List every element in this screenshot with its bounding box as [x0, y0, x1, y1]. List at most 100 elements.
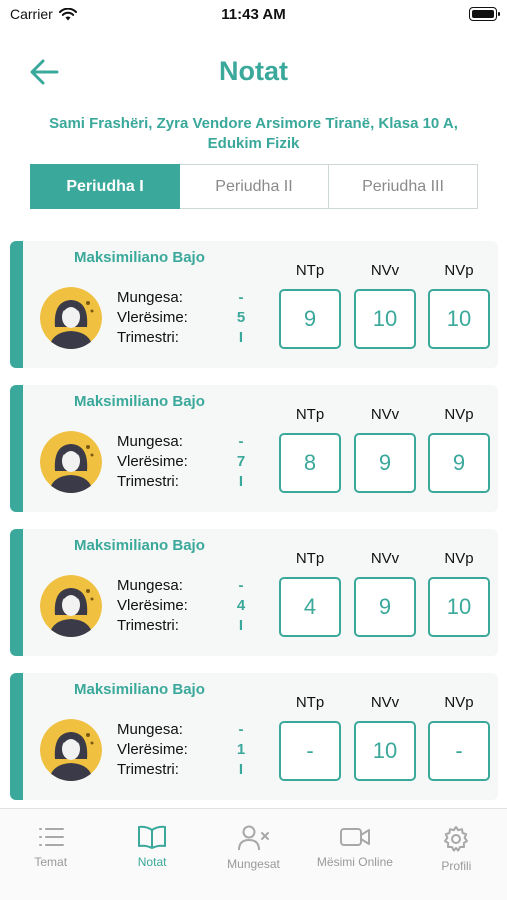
mungesa-label: Mungesa: [117, 577, 183, 594]
trimestri-value: I [238, 617, 244, 634]
trimestri-value: I [238, 329, 244, 346]
trimestri-value: I [238, 761, 244, 778]
tab-periudha-1[interactable]: Periudha I [30, 164, 180, 209]
grade-box-nvp[interactable]: 9 [428, 433, 490, 493]
grade-header-ntp: NTp [295, 550, 325, 567]
tabbar-label: Notat [137, 855, 167, 869]
tab-periudha-2[interactable]: Periudha II [180, 164, 329, 209]
tabbar-label: Profili [441, 859, 472, 873]
grade-box-nvv[interactable]: 10 [354, 721, 416, 781]
trimestri-value: I [238, 473, 244, 490]
student-card[interactable]: Maksimiliano Bajo Mungesa: - Vlerësime: 1 … [10, 673, 498, 800]
grade-header-nvp: NVp [444, 262, 474, 279]
grade-column-ntp: NTp 8 [279, 405, 341, 493]
grade-box-nvp[interactable]: 10 [428, 289, 490, 349]
avatar [40, 719, 102, 781]
card-accent-bar [10, 529, 23, 656]
student-info: Mungesa: - Vlerësime: 5 Trimestri: I [117, 288, 247, 348]
student-name: Maksimiliano Bajo [74, 249, 205, 266]
student-name: Maksimiliano Bajo [74, 537, 205, 554]
trimestri-label: Trimestri: [117, 329, 179, 346]
grade-header-nvv: NVv [370, 550, 400, 567]
book-icon [138, 825, 167, 849]
clock: 11:43 AM [221, 6, 286, 23]
tabbar-item-temat[interactable]: Temat [0, 809, 101, 900]
tabbar-item-mesimi-online[interactable]: Mësimi Online [304, 809, 405, 900]
period-tabs: Periudha I Periudha II Periudha III [30, 164, 478, 209]
grade-header-ntp: NTp [295, 406, 325, 423]
grade-box-ntp[interactable]: 9 [279, 289, 341, 349]
tabbar-label: Mungesat [227, 857, 280, 871]
grade-box-nvv[interactable]: 9 [354, 577, 416, 637]
mungesa-value: - [238, 433, 244, 450]
bottom-tab-bar: Temat Notat Mungesat Mësimi Online Profi… [0, 808, 507, 900]
student-card[interactable]: Maksimiliano Bajo Mungesa: - Vlerësime: 5 … [10, 241, 498, 368]
tabbar-item-profili[interactable]: Profili [406, 809, 507, 900]
grade-box-nvp[interactable]: - [428, 721, 490, 781]
grade-header-nvv: NVv [370, 406, 400, 423]
status-bar: Carrier 11:43 AM [0, 0, 507, 30]
tabbar-item-mungesat[interactable]: Mungesat [203, 809, 304, 900]
student-card[interactable]: Maksimiliano Bajo Mungesa: - Vlerësime: 7 … [10, 385, 498, 512]
mungesa-value: - [238, 721, 244, 738]
student-info: Mungesa: - Vlerësime: 7 Trimestri: I [117, 432, 247, 492]
grade-column-nvp: NVp 9 [428, 405, 490, 493]
grade-header-nvv: NVv [370, 262, 400, 279]
student-name: Maksimiliano Bajo [74, 681, 205, 698]
gear-icon [444, 826, 469, 852]
grade-header-nvv: NVv [370, 694, 400, 711]
mungesa-value: - [238, 577, 244, 594]
tabbar-label: Temat [34, 855, 68, 869]
grade-box-nvp[interactable]: 10 [428, 577, 490, 637]
vleresime-value: 5 [236, 309, 246, 326]
grade-column-nvv: NVv 9 [354, 549, 416, 637]
grade-box-ntp[interactable]: 8 [279, 433, 341, 493]
vleresime-label: Vlerësime: [117, 597, 188, 614]
grade-box-nvv[interactable]: 9 [354, 433, 416, 493]
card-accent-bar [10, 673, 23, 800]
avatar [40, 431, 102, 493]
grade-box-nvv[interactable]: 10 [354, 289, 416, 349]
grade-column-nvp: NVp - [428, 693, 490, 781]
page-title: Notat [219, 56, 288, 86]
grade-column-ntp: NTp - [279, 693, 341, 781]
avatar [40, 575, 102, 637]
mungesa-label: Mungesa: [117, 433, 183, 450]
class-subtitle: Sami Frashëri, Zyra Vendore Arsimore Tir… [49, 115, 458, 152]
tabbar-label: Mësimi Online [316, 855, 393, 869]
battery-icon [469, 7, 500, 21]
mungesa-label: Mungesa: [117, 289, 183, 306]
grade-header-nvp: NVp [444, 694, 474, 711]
trimestri-label: Trimestri: [117, 473, 179, 490]
student-info: Mungesa: - Vlerësime: 4 Trimestri: I [117, 576, 247, 636]
grade-header-ntp: NTp [295, 262, 325, 279]
mungesa-label: Mungesa: [117, 721, 183, 738]
list-icon [38, 828, 64, 846]
student-card[interactable]: Maksimiliano Bajo Mungesa: - Vlerësime: 4 … [10, 529, 498, 656]
grade-box-ntp[interactable]: - [279, 721, 341, 781]
vleresime-label: Vlerësime: [117, 453, 188, 470]
grade-header-nvp: NVp [444, 406, 474, 423]
vleresime-label: Vlerësime: [117, 309, 188, 326]
grade-column-ntp: NTp 9 [279, 261, 341, 349]
grade-box-ntp[interactable]: 4 [279, 577, 341, 637]
user-x-icon [237, 825, 269, 851]
student-info: Mungesa: - Vlerësime: 1 Trimestri: I [117, 720, 247, 780]
grade-header-nvp: NVp [444, 550, 474, 567]
grade-header-ntp: NTp [295, 694, 325, 711]
trimestri-label: Trimestri: [117, 761, 179, 778]
card-accent-bar [10, 385, 23, 512]
tab-periudha-3[interactable]: Periudha III [329, 164, 478, 209]
grade-column-ntp: NTp 4 [279, 549, 341, 637]
mungesa-value: - [238, 289, 244, 306]
student-list: Maksimiliano Bajo Mungesa: - Vlerësime: 5 … [10, 241, 498, 817]
video-icon [339, 828, 370, 846]
student-name: Maksimiliano Bajo [74, 393, 205, 410]
tabbar-item-notat[interactable]: Notat [101, 809, 202, 900]
grade-column-nvp: NVp 10 [428, 549, 490, 637]
card-accent-bar [10, 241, 23, 368]
grade-column-nvv: NVv 9 [354, 405, 416, 493]
header: Notat [0, 48, 507, 98]
vleresime-value: 7 [236, 453, 246, 470]
grade-column-nvv: NVv 10 [354, 693, 416, 781]
